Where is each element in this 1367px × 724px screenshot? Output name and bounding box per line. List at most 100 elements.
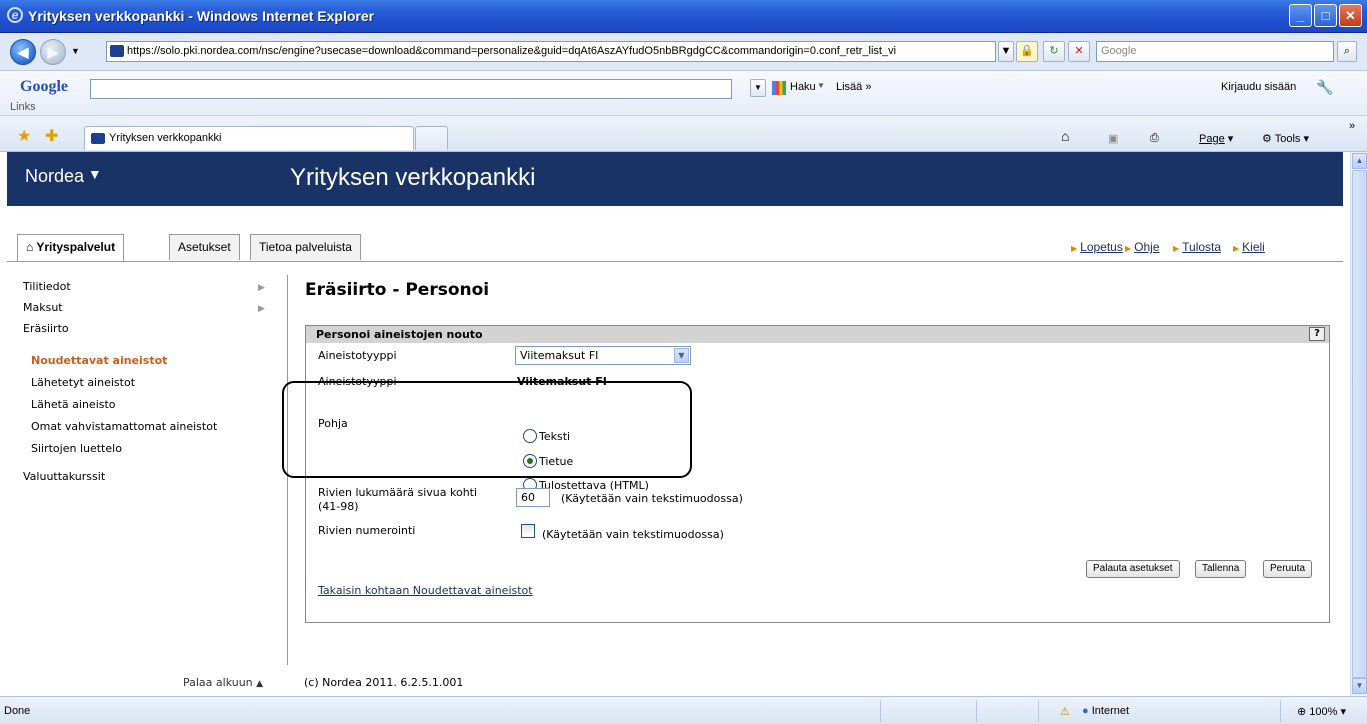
- sidebar-item-omat-vahvistamattomat[interactable]: Omat vahvistamattomat aineistot: [31, 420, 217, 433]
- rows-note: (Käytetään vain tekstimuodossa): [561, 492, 743, 505]
- window-title: Yrityksen verkkopankki - Windows Interne…: [28, 8, 375, 24]
- rows-range-label: (41-98): [318, 500, 359, 513]
- personalize-panel: Personoi aineistojen nouto ? Aineistotyy…: [282, 325, 1330, 623]
- sidebar-item-erasiirto[interactable]: Eräsiirto: [23, 322, 69, 335]
- close-icon[interactable]: ✕: [1339, 4, 1362, 27]
- popup-blocker-icon[interactable]: ⚠: [1060, 705, 1070, 718]
- link-tulosta[interactable]: ▶ Tulosta: [1173, 240, 1221, 254]
- numbering-checkbox[interactable]: [521, 524, 535, 538]
- scroll-up-icon[interactable]: ▲: [1352, 153, 1367, 169]
- home-icon[interactable]: ⌂: [1061, 128, 1069, 144]
- zoom-control[interactable]: ⊕ 100% ▾: [1297, 705, 1346, 718]
- site-header: Nordea ▼ Yrityksen verkkopankki: [7, 152, 1343, 206]
- search-icon[interactable]: ⌕: [1337, 41, 1357, 62]
- sidebar-item-laheta-aineisto[interactable]: Lähetä aineisto: [31, 398, 116, 411]
- feeds-icon[interactable]: ▣: [1108, 132, 1118, 145]
- ie-logo-icon: e: [7, 7, 23, 23]
- zone-indicator: ● Internet: [1082, 705, 1130, 717]
- minimize-icon[interactable]: _: [1289, 4, 1312, 27]
- globe-icon: ●: [1082, 705, 1089, 717]
- url-dropdown-icon[interactable]: ▼: [998, 41, 1014, 62]
- address-bar-row: ◀ ▶ ▼ https://solo.pki.nordea.com/nsc/en…: [0, 33, 1367, 71]
- type-select-value: Viitemaksut FI: [520, 349, 599, 362]
- refresh-icon[interactable]: ↻: [1043, 41, 1065, 62]
- url-input[interactable]: https://solo.pki.nordea.com/nsc/engine?u…: [106, 41, 996, 62]
- google-search-input[interactable]: [90, 79, 732, 99]
- browser-tabs-row: ★ ✚ Yrityksen verkkopankki ⌂ ▣ ⎙ Page ▾ …: [0, 116, 1367, 152]
- help-icon[interactable]: ?: [1309, 327, 1325, 341]
- copyright: (c) Nordea 2011. 6.2.5.1.001: [304, 676, 464, 689]
- save-button[interactable]: Tallenna: [1195, 560, 1247, 578]
- tools-menu-label: Tools: [1274, 133, 1301, 145]
- print-icon[interactable]: ⎙: [1150, 132, 1159, 145]
- status-text: Done: [4, 705, 31, 717]
- tab-yrityksen-verkkopankki[interactable]: Yrityksen verkkopankki: [84, 126, 414, 150]
- google-logo: Google: [20, 78, 68, 95]
- more-button[interactable]: Lisää »: [836, 81, 871, 93]
- url-text: https://solo.pki.nordea.com/nsc/engine?u…: [127, 45, 897, 57]
- tab-asetukset[interactable]: Asetukset: [169, 234, 240, 260]
- link-kieli[interactable]: ▶ Kieli: [1233, 240, 1265, 254]
- sidebar-item-siirtojen-luettelo[interactable]: Siirtojen luettelo: [31, 442, 122, 455]
- google-toolbar: Google ▼ Haku ▼ Lisää » Kirjaudu sisään …: [0, 71, 1367, 116]
- google-search-button[interactable]: Haku: [790, 81, 816, 93]
- link-lopetus[interactable]: ▶ Lopetus: [1071, 240, 1123, 254]
- sidebar-item-lahetetyt-aineistot[interactable]: Lähetetyt aineistot: [31, 376, 135, 389]
- radio-teksti[interactable]: [523, 429, 537, 443]
- radio-tietue[interactable]: [523, 454, 537, 468]
- sidebar-item-valuuttakurssit[interactable]: Valuuttakurssit: [23, 470, 105, 483]
- chevron-right-icon: ▶: [258, 282, 265, 292]
- back-to-top-link[interactable]: Palaa alkuun ▲: [183, 676, 263, 689]
- maximize-icon[interactable]: □: [1314, 4, 1337, 27]
- sidebar-item-noudettavat-aineistot[interactable]: Noudettavat aineistot: [31, 354, 167, 367]
- stop-icon[interactable]: ✕: [1068, 41, 1090, 62]
- favorites-star-icon[interactable]: ★: [17, 126, 31, 146]
- forward-button[interactable]: ▶: [40, 39, 66, 65]
- add-favorites-icon[interactable]: ✚: [45, 126, 58, 146]
- status-bar: Done ⚠ ● Internet ⊕ 100% ▾: [0, 696, 1367, 724]
- rows-per-page-input[interactable]: 60: [516, 488, 550, 507]
- cancel-button[interactable]: Peruuta: [1263, 560, 1313, 578]
- history-dropdown-icon[interactable]: ▼: [71, 46, 80, 56]
- page-menu-label: Page: [1199, 133, 1225, 145]
- panel-title: Personoi aineistojen nouto: [316, 328, 483, 341]
- radio-tulostettava-label: Tulostettava (HTML): [539, 479, 649, 492]
- numbering-note: (Käytetään vain tekstimuodossa): [542, 528, 724, 541]
- new-tab-button[interactable]: [415, 126, 448, 150]
- type-label: Aineistotyyppi: [318, 349, 397, 362]
- tools-menu[interactable]: ⚙ Tools ▾: [1262, 132, 1309, 145]
- scroll-down-icon[interactable]: ▼: [1352, 678, 1367, 694]
- page-menu[interactable]: Page ▾: [1199, 132, 1233, 145]
- base-label: Pohja: [318, 417, 348, 430]
- link-ohje[interactable]: ▶ Ohje: [1125, 240, 1160, 254]
- chevron-down-icon: ▼: [674, 348, 689, 363]
- sidebar-item-tilitiedot[interactable]: Tilitiedot: [23, 280, 71, 293]
- panel-header: Personoi aineistojen nouto ?: [306, 326, 1329, 343]
- back-button[interactable]: ◀: [10, 39, 36, 65]
- tab-yrityspalvelut[interactable]: ⌂ Yrityspalvelut: [17, 234, 125, 261]
- lock-icon[interactable]: 🔒: [1016, 41, 1038, 62]
- sidebar-item-maksut[interactable]: Maksut: [23, 301, 63, 314]
- tab-label: Yrityksen verkkopankki: [109, 132, 222, 144]
- signin-link[interactable]: Kirjaudu sisään: [1221, 81, 1296, 93]
- google-dropdown-icon[interactable]: ▼: [750, 79, 766, 97]
- nordea-favicon-icon: [110, 45, 124, 57]
- app-title: Yrityksen verkkopankki: [290, 164, 536, 191]
- chevron-more-icon[interactable]: »: [1349, 120, 1355, 132]
- nav-divider: [7, 261, 1343, 262]
- google-search-dropdown-icon[interactable]: ▼: [817, 81, 825, 90]
- window-title-bar: e Yrityksen verkkopankki - Windows Inter…: [0, 0, 1367, 33]
- nordea-logo: Nordea ▼: [25, 166, 102, 186]
- numbering-label: Rivien numerointi: [318, 524, 416, 537]
- reset-settings-button[interactable]: Palauta asetukset: [1086, 560, 1180, 578]
- tab-tietoa-palveluista[interactable]: Tietoa palveluista: [250, 234, 361, 260]
- radio-teksti-label: Teksti: [539, 430, 571, 443]
- search-input[interactable]: Google: [1096, 41, 1334, 62]
- back-link[interactable]: Takaisin kohtaan Noudettavat aineistot: [318, 584, 533, 597]
- wrench-icon[interactable]: 🔧: [1316, 79, 1333, 96]
- scrollbar-thumb[interactable]: [1352, 170, 1367, 678]
- page-title: Eräsiirto - Personoi: [305, 280, 490, 300]
- type-select[interactable]: Viitemaksut FI ▼: [515, 346, 691, 365]
- google-search-icon: [772, 81, 786, 95]
- vertical-scrollbar[interactable]: ▲ ▼: [1350, 152, 1367, 696]
